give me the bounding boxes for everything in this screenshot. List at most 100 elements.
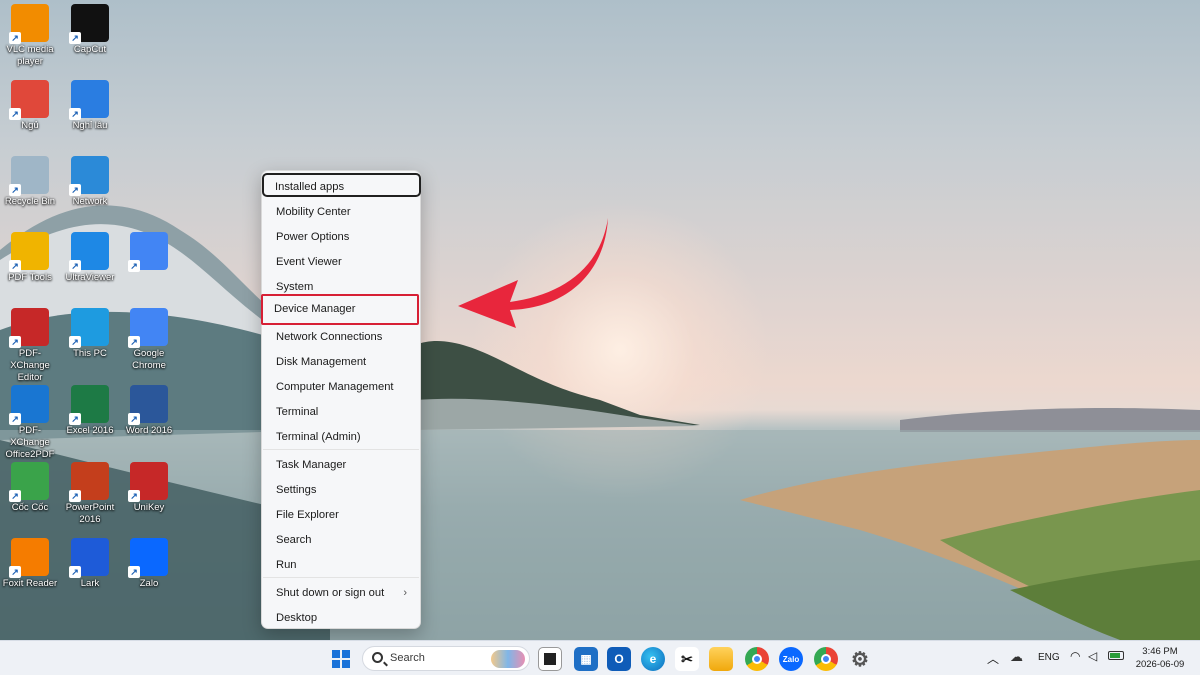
shortcut-arrow-icon: ↗ (128, 566, 140, 578)
desktop-icon[interactable]: ↗ Nghỉ lâu (60, 80, 120, 132)
capcut-icon[interactable]: ✂ (675, 647, 699, 671)
settings-gear-icon[interactable]: ⚙ (848, 647, 872, 671)
menu-item-file-explorer[interactable]: File Explorer (263, 501, 419, 525)
menu-item-terminal-admin[interactable]: Terminal (Admin) (263, 423, 419, 447)
shortcut-arrow-icon: ↗ (128, 413, 140, 425)
file-explorer-icon[interactable] (709, 647, 733, 671)
shortcut-arrow-icon: ↗ (9, 413, 21, 425)
desktop-icon[interactable]: ↗ PDF-XChange Office2PDF (0, 385, 60, 461)
desktop-icon-label: CapCut (73, 44, 107, 55)
menu-item-label: Mobility Center (276, 206, 351, 218)
desktop-icon[interactable]: ↗ PDF-XChange Editor (0, 308, 60, 384)
desktop-icon[interactable]: ↗ Recycle Bin (0, 156, 60, 208)
shortcut-arrow-icon: ↗ (9, 566, 21, 578)
chrome-profile-t-icon[interactable] (745, 647, 769, 671)
search-highlight-icon (491, 650, 525, 668)
word-icon: ↗ (128, 385, 168, 425)
search-icon (372, 652, 383, 663)
battery-icon[interactable] (1108, 651, 1124, 660)
chevron-right-icon: › (403, 587, 407, 599)
menu-item-label: Search (276, 534, 312, 546)
desktop-icon[interactable]: ↗ Word 2016 (119, 385, 179, 437)
language-indicator[interactable]: ENG (1038, 652, 1060, 663)
shortcut-arrow-icon: ↗ (128, 260, 140, 272)
desktop-icon[interactable]: ↗ This PC (60, 308, 120, 360)
wifi-icon[interactable]: ◠ (1070, 649, 1080, 663)
menu-item-label: Network Connections (276, 331, 383, 343)
menu-separator (263, 449, 419, 450)
menu-item-installed-apps[interactable]: Installed apps (262, 173, 421, 197)
desktop-icon-label: VLC media player (6, 44, 54, 67)
pdf-xchange-editor-icon: ↗ (9, 308, 49, 348)
shortcut-arrow-icon: ↗ (69, 184, 81, 196)
task-view-icon[interactable] (538, 647, 562, 671)
zalo-icon[interactable]: Zalo (779, 647, 803, 671)
chevron-up-icon[interactable]: ︿ (987, 650, 999, 667)
desktop-icon[interactable]: ↗ Network (60, 156, 120, 208)
desktop-icon[interactable]: ↗ UltraViewer (60, 232, 120, 284)
shortcut-arrow-icon: ↗ (69, 260, 81, 272)
menu-item-mobility-center[interactable]: Mobility Center (263, 198, 419, 222)
shortcut-arrow-icon: ↗ (9, 490, 21, 502)
menu-item-label: Desktop (276, 612, 318, 624)
desktop-icon[interactable]: ↗ (119, 232, 179, 272)
menu-item-settings[interactable]: Settings (263, 476, 419, 500)
taskbar-search-box[interactable]: Search (362, 646, 530, 671)
edge-icon[interactable]: e (641, 647, 665, 671)
desktop-icon-label: Lark (80, 578, 100, 589)
shortcut-arrow-icon: ↗ (9, 184, 21, 196)
desktop-icon[interactable]: ↗ PDF Tools (0, 232, 60, 284)
taskbar-clock[interactable]: 3:46 PM 2026-06-09 (1130, 645, 1190, 671)
menu-item-label: Task Manager (276, 459, 347, 471)
chrome-profile-icon: ↗ (128, 232, 168, 272)
desktop-icon[interactable]: ↗ Google Chrome (119, 308, 179, 372)
menu-item-device-manager[interactable]: Device Manager (261, 294, 419, 325)
menu-item-disk-management[interactable]: Disk Management (263, 348, 419, 372)
desktop-icon[interactable]: ↗ CapCut (60, 4, 120, 56)
menu-item-label: Computer Management (276, 381, 394, 393)
ultraviewer-icon: ↗ (69, 232, 109, 272)
recycle-bin-icon: ↗ (9, 156, 49, 196)
document-icon: ↗ (69, 80, 109, 120)
outlook-icon[interactable]: O (607, 647, 631, 671)
menu-item-event-viewer[interactable]: Event Viewer (263, 248, 419, 272)
annotation-arrow (458, 218, 608, 328)
powerpoint-icon: ↗ (69, 462, 109, 502)
shortcut-arrow-icon: ↗ (69, 490, 81, 502)
desktop-icon[interactable]: ↗ UniKey (119, 462, 179, 514)
volume-icon[interactable]: ◁ (1088, 649, 1097, 663)
menu-item-desktop[interactable]: Desktop (263, 604, 419, 628)
vlc-cone-icon: ↗ (9, 4, 49, 44)
desktop-icon-label: Word 2016 (125, 425, 173, 436)
desktop-icon[interactable]: ↗ Zalo (119, 538, 179, 590)
windows-start-icon[interactable] (329, 647, 353, 671)
desktop-icon[interactable]: ↗ Excel 2016 (60, 385, 120, 437)
menu-item-shut-down[interactable]: Shut down or sign out › (263, 579, 419, 603)
desktop-icon[interactable]: ↗ Foxit Reader (0, 538, 60, 590)
chrome-profile-n-icon[interactable] (814, 647, 838, 671)
menu-item-run[interactable]: Run (263, 551, 419, 575)
desktop-icon[interactable]: ↗ Ngủ (0, 80, 60, 132)
menu-item-label: Run (276, 559, 297, 571)
menu-item-computer-management[interactable]: Computer Management (263, 373, 419, 397)
store-icon[interactable]: ▦ (574, 647, 598, 671)
menu-item-task-manager[interactable]: Task Manager (263, 451, 419, 475)
menu-item-label: Event Viewer (276, 256, 342, 268)
menu-separator (263, 577, 419, 578)
shortcut-arrow-icon: ↗ (9, 260, 21, 272)
desktop-icon[interactable]: ↗ VLC media player (0, 4, 60, 68)
onedrive-cloud-icon[interactable]: ☁ (1010, 649, 1023, 665)
menu-item-terminal[interactable]: Terminal (263, 398, 419, 422)
menu-item-power-options[interactable]: Power Options (263, 223, 419, 247)
desktop-icon[interactable]: ↗ Cốc Cốc (0, 462, 60, 514)
menu-item-label: System (276, 281, 314, 293)
menu-item-label: Settings (276, 484, 317, 496)
shortcut-arrow-icon: ↗ (9, 336, 21, 348)
desktop-icon[interactable]: ↗ Lark (60, 538, 120, 590)
menu-item-search[interactable]: Search (263, 526, 419, 550)
shortcut-arrow-icon: ↗ (69, 32, 81, 44)
taskbar: Search ▦ O e ✂ Zalo ⚙ ︿ ☁ ENG ◠ ◁ 3:46 P… (0, 640, 1200, 675)
capcut-icon: ↗ (69, 4, 109, 44)
desktop-icon[interactable]: ↗ PowerPoint 2016 (60, 462, 120, 526)
menu-item-network-connections[interactable]: Network Connections (263, 323, 419, 347)
